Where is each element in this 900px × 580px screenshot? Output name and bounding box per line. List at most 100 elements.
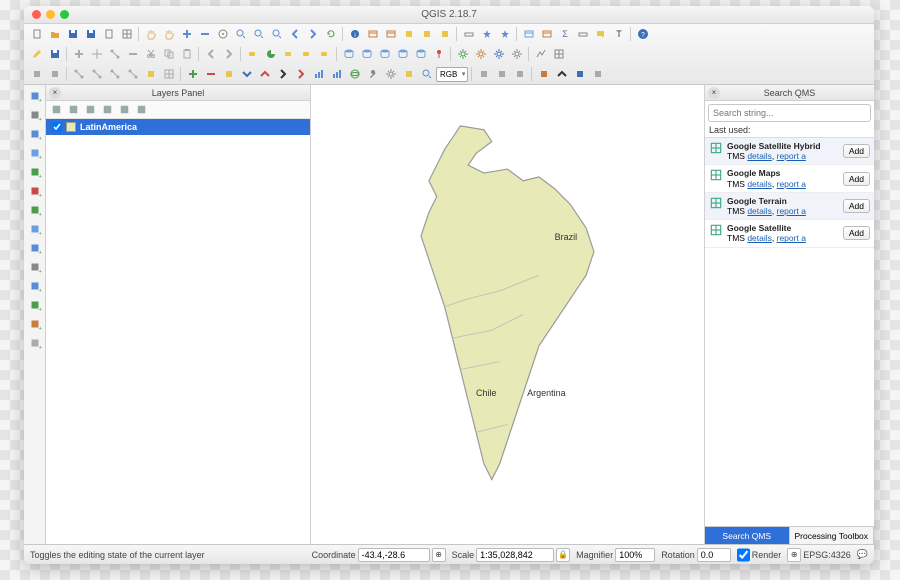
field-calc-icon[interactable] <box>382 26 399 43</box>
composer-manager-icon[interactable] <box>118 26 135 43</box>
adv-d-icon[interactable] <box>124 66 141 83</box>
export-icon[interactable] <box>274 66 291 83</box>
db2-icon[interactable] <box>358 46 375 63</box>
db5-icon[interactable] <box>412 46 429 63</box>
text-annotation-icon[interactable]: T <box>610 26 627 43</box>
label-rotate-icon[interactable] <box>298 46 315 63</box>
misc-b-icon[interactable] <box>493 66 510 83</box>
add-wcs-icon[interactable]: + <box>26 220 44 238</box>
layers-expand-icon[interactable] <box>100 102 115 117</box>
zoom-layer-icon[interactable] <box>268 26 285 43</box>
plugin-b-icon[interactable] <box>472 46 489 63</box>
topo-icon[interactable] <box>46 66 63 83</box>
add-raster-icon[interactable]: + <box>26 106 44 124</box>
layers-add-icon[interactable] <box>66 102 81 117</box>
adv-c-icon[interactable] <box>106 66 123 83</box>
misc-g-icon[interactable] <box>589 66 606 83</box>
layers-collapse-icon[interactable] <box>117 102 132 117</box>
redo-icon[interactable] <box>220 46 237 63</box>
adv-e-icon[interactable] <box>142 66 159 83</box>
identify-icon[interactable]: i <box>346 26 363 43</box>
db4-icon[interactable] <box>394 46 411 63</box>
qms-item-link[interactable]: details <box>747 179 772 189</box>
cad-a-icon[interactable] <box>184 66 201 83</box>
label-move-icon[interactable] <box>280 46 297 63</box>
edit-toggle-icon[interactable] <box>28 46 45 63</box>
snap-icon[interactable] <box>28 66 45 83</box>
plugin-d-icon[interactable] <box>508 46 525 63</box>
calc-icon[interactable] <box>538 26 555 43</box>
annotation-icon[interactable] <box>592 26 609 43</box>
qms-add-button[interactable]: Add <box>843 172 870 186</box>
misc-e-icon[interactable] <box>553 66 570 83</box>
panel-tab[interactable]: Search QMS <box>705 527 790 544</box>
qms-add-button[interactable]: Add <box>843 199 870 213</box>
layer-visibility-checkbox[interactable] <box>52 122 62 132</box>
move-feature-icon[interactable] <box>88 46 105 63</box>
new-gpx-icon[interactable]: + <box>26 315 44 333</box>
layers-style-icon[interactable] <box>49 102 64 117</box>
layer-a-icon[interactable] <box>400 66 417 83</box>
qms-item-link[interactable]: details <box>747 151 772 161</box>
save-as-icon[interactable] <box>82 26 99 43</box>
cad-c-icon[interactable] <box>220 66 237 83</box>
import-icon[interactable] <box>292 66 309 83</box>
adv-b-icon[interactable] <box>88 66 105 83</box>
chart2-icon[interactable] <box>328 66 345 83</box>
new-shapefile-icon[interactable]: + <box>26 277 44 295</box>
qms-item-link[interactable]: report a <box>777 206 806 216</box>
add-wms-icon[interactable]: + <box>26 201 44 219</box>
qms-item-link[interactable]: report a <box>777 179 806 189</box>
label-tool-icon[interactable] <box>244 46 261 63</box>
add-spatialite-icon[interactable]: + <box>26 144 44 162</box>
arrow-up-icon[interactable] <box>256 66 273 83</box>
add-vector-icon[interactable]: + <box>26 87 44 105</box>
db3-icon[interactable] <box>376 46 393 63</box>
zoom-full-icon[interactable] <box>232 26 249 43</box>
layer-row[interactable]: LatinAmerica <box>46 119 310 135</box>
crs-icon[interactable]: ⊕ <box>787 548 801 562</box>
misc-f-icon[interactable] <box>571 66 588 83</box>
undo-icon[interactable] <box>202 46 219 63</box>
save-edits-icon[interactable] <box>46 46 63 63</box>
coord-toggle-icon[interactable]: ⊕ <box>432 548 446 562</box>
print-composer-icon[interactable] <box>100 26 117 43</box>
zoom-next-icon[interactable] <box>304 26 321 43</box>
plugin-c-icon[interactable] <box>490 46 507 63</box>
layers-remove-icon[interactable] <box>134 102 149 117</box>
qms-add-button[interactable]: Add <box>843 226 870 240</box>
add-wfs-icon[interactable]: + <box>26 239 44 257</box>
zoom-native-icon[interactable] <box>214 26 231 43</box>
messages-icon[interactable]: 💬 <box>857 549 868 560</box>
coord-input[interactable] <box>358 548 430 562</box>
zoom-in-icon[interactable] <box>178 26 195 43</box>
add-csv-icon[interactable]: + <box>26 258 44 276</box>
attribute-table-icon[interactable] <box>364 26 381 43</box>
table-icon[interactable] <box>520 26 537 43</box>
gear-icon[interactable] <box>382 66 399 83</box>
select-expr-icon[interactable] <box>418 26 435 43</box>
save-icon[interactable] <box>64 26 81 43</box>
render-checkbox[interactable] <box>737 548 750 562</box>
open-project-icon[interactable] <box>46 26 63 43</box>
new-spatialite-icon[interactable]: + <box>26 296 44 314</box>
arrow-down-icon[interactable] <box>238 66 255 83</box>
refresh-icon[interactable] <box>322 26 339 43</box>
qms-search-input[interactable] <box>708 104 871 122</box>
search-icon[interactable] <box>418 66 435 83</box>
paste-icon[interactable] <box>178 46 195 63</box>
zoom-last-icon[interactable] <box>286 26 303 43</box>
map-canvas[interactable]: BrazilChileArgentina <box>311 85 704 544</box>
deselect-icon[interactable] <box>436 26 453 43</box>
gps-icon[interactable]: + <box>26 334 44 352</box>
misc-a-icon[interactable] <box>475 66 492 83</box>
measure-icon[interactable] <box>460 26 477 43</box>
pin-icon[interactable] <box>430 46 447 63</box>
node-tool-icon[interactable] <box>106 46 123 63</box>
zoom-out-icon[interactable] <box>196 26 213 43</box>
vector-icon[interactable] <box>532 46 549 63</box>
qms-item-link[interactable]: report a <box>777 151 806 161</box>
globe-icon[interactable] <box>346 66 363 83</box>
stats-icon[interactable]: Σ <box>556 26 573 43</box>
chart-icon[interactable] <box>310 66 327 83</box>
